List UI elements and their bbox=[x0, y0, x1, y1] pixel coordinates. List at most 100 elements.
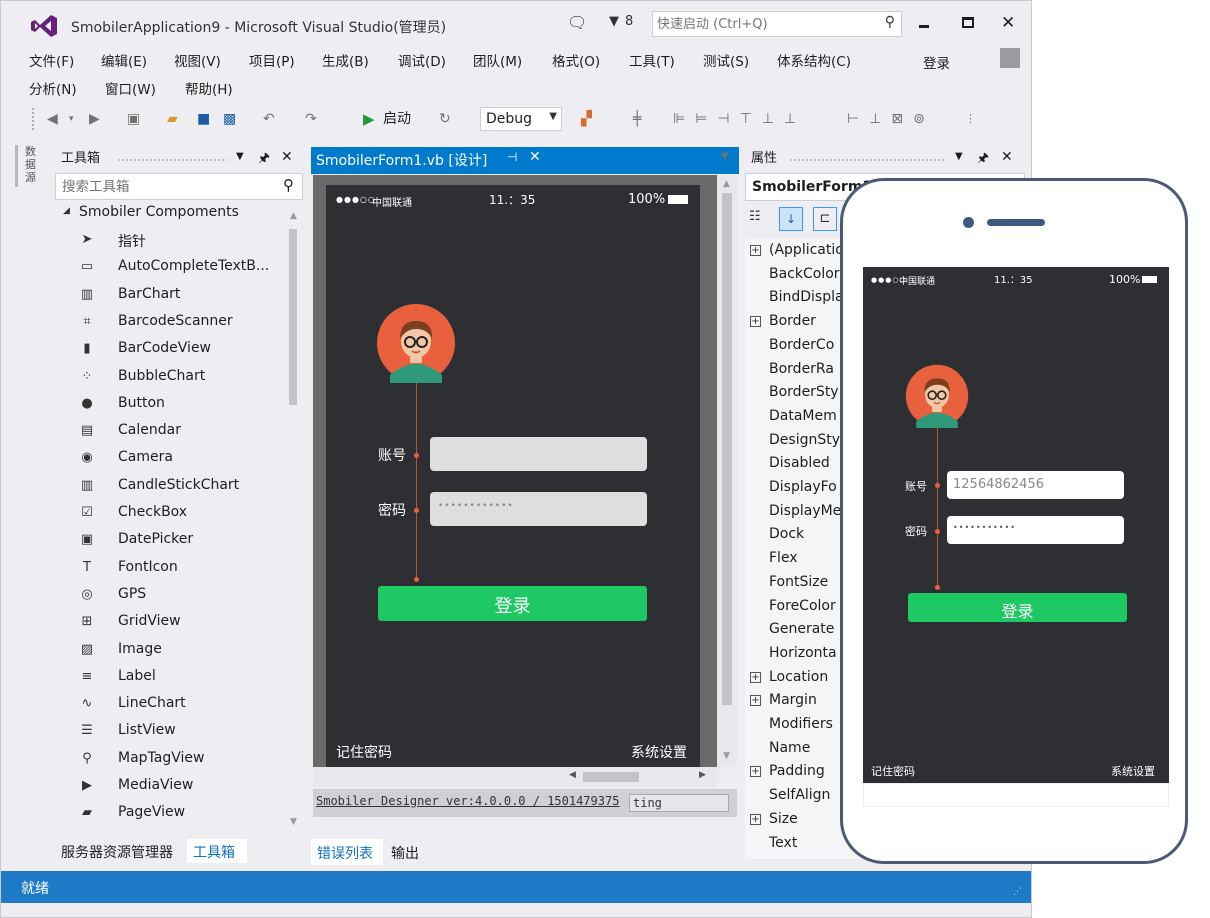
property-row[interactable]: BorderCo bbox=[745, 334, 845, 358]
property-row[interactable]: Text bbox=[745, 832, 845, 856]
quick-launch-input[interactable] bbox=[657, 15, 867, 33]
toolbox-item[interactable]: ▥ CandleStickChart bbox=[55, 473, 285, 500]
toolbar-overflow-icon[interactable]: ⋮ bbox=[965, 110, 976, 128]
menu-project[interactable]: 项目(P) bbox=[249, 50, 295, 70]
property-row[interactable]: + Padding bbox=[745, 760, 845, 784]
signin-link[interactable]: 登录 bbox=[923, 52, 950, 72]
new-project-icon[interactable]: ▣ bbox=[127, 110, 140, 128]
alphabetical-icon[interactable]: ↓ bbox=[779, 207, 803, 231]
expand-icon[interactable]: + bbox=[750, 245, 761, 256]
close-tab-icon[interactable]: ✕ bbox=[529, 149, 541, 165]
menu-test[interactable]: 测试(S) bbox=[703, 50, 749, 70]
tab-toolbox[interactable]: 工具箱 bbox=[187, 839, 247, 863]
start-icon[interactable]: ▶ bbox=[363, 110, 375, 128]
save-all-icon[interactable]: ▩ bbox=[223, 110, 236, 128]
property-row[interactable]: Modifiers bbox=[745, 713, 845, 737]
property-row[interactable]: BorderSty bbox=[745, 381, 845, 405]
menu-debug[interactable]: 调试(D) bbox=[398, 50, 446, 70]
open-file-icon[interactable]: ▰ bbox=[167, 110, 178, 128]
close-icon[interactable]: ✕ bbox=[281, 149, 293, 165]
property-row[interactable]: + Margin bbox=[745, 689, 845, 713]
menu-edit[interactable]: 编辑(E) bbox=[101, 50, 147, 70]
save-icon[interactable]: ■ bbox=[197, 110, 210, 128]
account-input[interactable]: 12564862456 bbox=[947, 471, 1124, 499]
align-grid-icon[interactable]: ╪ bbox=[633, 110, 641, 128]
property-row[interactable]: Name bbox=[745, 737, 845, 761]
menu-file[interactable]: 文件(F) bbox=[29, 50, 74, 70]
property-row[interactable]: DesignSty bbox=[745, 429, 845, 453]
collapse-arrow-icon[interactable]: ◢ bbox=[63, 206, 70, 216]
solution-config-select[interactable]: Debug ▼ bbox=[480, 107, 562, 131]
designer-v-scrollbar[interactable]: ▲ ▼ bbox=[717, 175, 737, 767]
toolbox-item[interactable]: ☰ ListView bbox=[55, 718, 285, 745]
back-icon[interactable]: ◀ bbox=[47, 110, 58, 128]
property-row[interactable]: DataMem bbox=[745, 405, 845, 429]
refresh-icon[interactable]: ↻ bbox=[439, 110, 451, 128]
redo-icon[interactable]: ↷ bbox=[305, 110, 317, 128]
password-input[interactable]: ••••••••••• bbox=[947, 516, 1124, 544]
find-in-files-icon[interactable]: ▞ bbox=[581, 110, 592, 128]
undo-icon[interactable]: ↶ bbox=[263, 110, 275, 128]
resize-grip-icon[interactable]: ⋰ bbox=[1013, 887, 1022, 897]
tab-error-list[interactable]: 错误列表 bbox=[311, 839, 383, 865]
toolbox-item[interactable]: ▭ AutoCompleteTextB... bbox=[55, 254, 285, 281]
menu-window[interactable]: 窗口(W) bbox=[105, 78, 156, 98]
property-row[interactable]: Dock bbox=[745, 523, 845, 547]
toolbox-item[interactable]: T FontIcon bbox=[55, 555, 285, 582]
expand-icon[interactable]: + bbox=[750, 813, 761, 825]
close-icon[interactable]: ✕ bbox=[1001, 149, 1013, 165]
close-button[interactable]: ✕ bbox=[1001, 13, 1015, 33]
menu-help[interactable]: 帮助(H) bbox=[185, 78, 233, 98]
expand-icon[interactable]: + bbox=[750, 316, 761, 328]
toolbox-item[interactable]: ◎ GPS bbox=[55, 582, 285, 609]
menu-analyze[interactable]: 分析(N) bbox=[29, 78, 77, 98]
search-icon[interactable]: ⚲ bbox=[885, 14, 895, 30]
toolbox-item[interactable]: ● Button bbox=[55, 391, 285, 418]
notification-icon[interactable]: 🗨 bbox=[567, 13, 587, 32]
property-row[interactable]: DisplayMe bbox=[745, 500, 845, 524]
panel-menu-icon[interactable]: ▼ bbox=[955, 151, 963, 162]
property-row[interactable]: BindDispla bbox=[745, 286, 845, 310]
menu-view[interactable]: 视图(V) bbox=[174, 50, 221, 70]
toolbox-group-header[interactable]: ◢ Smobiler Compoments bbox=[55, 201, 287, 225]
toolbox-item[interactable]: ▤ Calendar bbox=[55, 418, 285, 445]
toolbox-item[interactable]: ⚲ MapTagView bbox=[55, 746, 285, 773]
property-row[interactable]: + (Applicatio bbox=[745, 239, 845, 263]
tab-dropdown-icon[interactable]: ▼ bbox=[721, 151, 729, 162]
panel-menu-icon[interactable]: ▼ bbox=[236, 151, 244, 162]
forward-icon[interactable]: ▶ bbox=[89, 110, 100, 128]
login-button[interactable]: 登录 bbox=[378, 586, 647, 621]
property-row[interactable]: + Border bbox=[745, 310, 845, 334]
toolbox-item[interactable]: ▮ BarCodeView bbox=[55, 336, 285, 363]
start-button[interactable]: 启动 bbox=[383, 110, 411, 128]
property-row[interactable]: FontSize bbox=[745, 571, 845, 595]
toolbox-search[interactable]: ⚲ bbox=[55, 173, 303, 200]
chevron-down-icon[interactable]: ▼ bbox=[549, 111, 557, 122]
property-row[interactable]: Generate bbox=[745, 618, 845, 642]
menu-format[interactable]: 格式(O) bbox=[552, 50, 600, 70]
expand-icon[interactable]: + bbox=[750, 766, 761, 778]
designer-tab[interactable]: SmobilerForm1.vb [设计] ⊣ ✕ bbox=[311, 147, 739, 172]
toolbox-item[interactable]: ☑ CheckBox bbox=[55, 500, 285, 527]
menu-architecture[interactable]: 体系结构(C) bbox=[777, 50, 851, 70]
property-row[interactable]: + Location bbox=[745, 666, 845, 690]
dropdown-arrow-icon[interactable]: ▾ bbox=[69, 110, 74, 128]
property-row[interactable]: DisplayFo bbox=[745, 476, 845, 500]
tab-output[interactable]: 输出 bbox=[391, 843, 419, 863]
search-icon[interactable]: ⚲ bbox=[283, 176, 294, 194]
pin-icon[interactable]: ⊣ bbox=[507, 150, 517, 164]
menu-build[interactable]: 生成(B) bbox=[322, 50, 369, 70]
toolbox-item[interactable]: ∿ LineChart bbox=[55, 691, 285, 718]
expand-icon[interactable]: + bbox=[750, 695, 761, 707]
spacing-tools-icon[interactable]: ⊢⊥⊠⊚ bbox=[847, 110, 935, 128]
tab-server-explorer[interactable]: 服务器资源管理器 bbox=[61, 842, 173, 862]
property-row[interactable]: ForeColor bbox=[745, 595, 845, 619]
toolbox-item[interactable]: ▨ Image bbox=[55, 637, 285, 664]
toolbox-item[interactable]: ⁘ BubbleChart bbox=[55, 364, 285, 391]
account-input[interactable] bbox=[430, 437, 647, 471]
toolbox-item[interactable]: ▰ PageView bbox=[55, 800, 285, 827]
minimize-button[interactable] bbox=[919, 15, 931, 28]
side-tab-datasources[interactable]: 数据源 bbox=[15, 145, 39, 187]
toolbox-item[interactable]: ⊞ GridView bbox=[55, 609, 285, 636]
pin-icon[interactable]: 🖈 bbox=[258, 149, 270, 171]
